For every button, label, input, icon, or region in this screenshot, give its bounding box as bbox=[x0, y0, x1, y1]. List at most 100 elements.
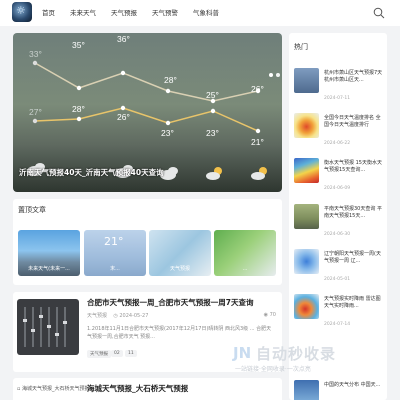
hero-caption[interactable]: 沂南天气预报40天_沂南天气预报40天查询 bbox=[19, 167, 164, 178]
low-point bbox=[120, 105, 126, 111]
sidebar-item[interactable]: 天气预报实时降雨 雷达图 天气实时降雨... 2024-07-14 bbox=[294, 294, 384, 334]
nav-item-warning[interactable]: 天气预警 bbox=[152, 0, 178, 26]
eye-icon: ◉ bbox=[263, 312, 269, 318]
high-point bbox=[32, 60, 38, 66]
sidebar-item-title[interactable]: 杭州市萧山区天气预报7天 杭州市萧山区天... bbox=[324, 70, 384, 84]
nav-item-home[interactable]: 首页 bbox=[42, 0, 55, 26]
article-thumb-alt[interactable]: ▫ 海城天气预报_大石桥天气预报 bbox=[17, 385, 90, 392]
featured-thumb[interactable]: 未来天气(未来一... bbox=[18, 230, 80, 276]
article-view-count: 70 bbox=[269, 312, 276, 318]
sidebar-thumb[interactable] bbox=[294, 204, 319, 229]
low-point bbox=[76, 116, 82, 122]
sidebar-item[interactable]: 衡水天气预报 15天衡水天气预报15天查询... 2024-06-09 bbox=[294, 158, 384, 198]
watermark-text: 自动秒收录 bbox=[256, 345, 337, 363]
sidebar-thumb[interactable] bbox=[294, 68, 319, 93]
sidebar-item-date: 2024-07-11 bbox=[324, 96, 351, 101]
nav-item-future-weather[interactable]: 未来天气 bbox=[70, 0, 96, 26]
article-title[interactable]: 合肥市天气预报一周_合肥市天气预报一周7天查询 bbox=[87, 297, 253, 308]
sidebar-thumb[interactable] bbox=[294, 113, 319, 138]
article-meta: 天气预报 ◷ 2024-05-27 bbox=[87, 312, 148, 319]
high-temp-label: 35° bbox=[72, 40, 85, 50]
high-temp-label: 36° bbox=[117, 34, 130, 44]
watermark: JN 自动秒收录 一站链接·全网收录·一次点亮 bbox=[233, 343, 383, 373]
featured-thumb-label: 未来天气(未来一... bbox=[28, 266, 70, 272]
nav-item-forecast[interactable]: 天气预报 bbox=[111, 0, 137, 26]
main-nav: 首页 未来天气 天气预报 天气预警 气象科普 bbox=[42, 0, 234, 26]
featured-thumb[interactable]: 21° 末... bbox=[84, 230, 146, 276]
low-temp-label: 23° bbox=[206, 128, 219, 138]
high-point bbox=[165, 88, 171, 94]
sidebar-item[interactable]: 杭州市萧山区天气预报7天 杭州市萧山区天... 2024-07-11 bbox=[294, 68, 384, 108]
nav-item-science[interactable]: 气象科普 bbox=[193, 0, 219, 26]
sidebar-item-title[interactable]: 全国今日天气温度排名 全国今日天气温度排行 bbox=[324, 115, 384, 129]
featured-thumb-label: 末... bbox=[110, 266, 120, 272]
site-logo[interactable]: ☼ bbox=[12, 2, 32, 22]
article-img-alt-text: 海城天气预报_大石桥天气预报 bbox=[21, 386, 90, 392]
high-temp-label: 26° bbox=[251, 84, 264, 94]
sidebar-thumb[interactable] bbox=[294, 249, 319, 274]
sidebar-thumb[interactable] bbox=[294, 158, 319, 183]
featured-thumb[interactable]: 天气预报 bbox=[149, 230, 211, 276]
article-card[interactable]: ▫ 海城天气预报_大石桥天气预报 海城天气预报_大石桥天气预报 bbox=[13, 378, 282, 400]
article-views: ◉ 70 bbox=[264, 312, 276, 318]
sidebar-item-date: 2024-06-30 bbox=[324, 232, 351, 237]
sidebar-item[interactable]: 辽宁朝阳天气预报一周(天气预报一周 辽... 2024-05-01 bbox=[294, 249, 384, 289]
sidebar-item-title[interactable]: 衡水天气预报 15天衡水天气预报15天查询... bbox=[324, 160, 384, 174]
site-header: ☼ 首页 未来天气 天气预报 天气预警 气象科普 bbox=[0, 0, 400, 26]
watermark-subtext: 一站链接·全网收录·一次点亮 bbox=[235, 366, 311, 373]
sidebar-title: 热门 bbox=[294, 43, 308, 51]
low-temp-label: 28° bbox=[72, 104, 85, 114]
sidebar-item-date: 2024-06-22 bbox=[324, 141, 351, 146]
low-point bbox=[210, 108, 216, 114]
slider-dot[interactable] bbox=[269, 73, 273, 77]
low-temp-label: 27° bbox=[29, 107, 42, 117]
sidebar-item[interactable]: 平南天气预报30天查询 平南天气预报15天... 2024-06-30 bbox=[294, 204, 384, 244]
low-temp-line bbox=[34, 107, 259, 132]
sidebar-item-date: 2024-05-01 bbox=[324, 277, 351, 282]
slider-dots bbox=[269, 73, 282, 77]
article-tag[interactable]: 02 bbox=[111, 350, 123, 357]
featured-thumb-label: ... bbox=[242, 266, 248, 272]
thumb-weather-graphic: 21° bbox=[104, 235, 124, 248]
sidebar-item-date: 2024-06-09 bbox=[324, 186, 351, 191]
article-tag[interactable]: 天气预报 bbox=[87, 350, 111, 358]
featured-thumb[interactable]: ... bbox=[214, 230, 276, 276]
high-temp-label: 28° bbox=[164, 75, 177, 85]
low-point bbox=[32, 118, 38, 124]
high-temp-label: 25° bbox=[206, 90, 219, 100]
sidebar-item-title[interactable]: 辽宁朝阳天气预报一周(天气预报一周 辽... bbox=[324, 251, 384, 265]
low-temp-label: 21° bbox=[251, 137, 264, 147]
article-category[interactable]: 天气预报 bbox=[87, 313, 107, 319]
low-temp-label: 23° bbox=[161, 128, 174, 138]
sidebar-item-title[interactable]: 平南天气预报30天查询 平南天气预报15天... bbox=[324, 206, 384, 220]
sidebar-item[interactable]: 中国的天气分布 中国天... bbox=[294, 380, 384, 400]
article-thumb[interactable] bbox=[17, 299, 79, 355]
sidebar-item-title[interactable]: 天气预报实时降雨 雷达图 天气实时降雨... bbox=[324, 296, 384, 310]
low-temp-label: 26° bbox=[117, 112, 130, 122]
high-point bbox=[120, 70, 126, 76]
high-temp-label: 33° bbox=[29, 49, 42, 59]
sidebar-item[interactable]: 全国今日天气温度排名 全国今日天气温度排行 2024-06-22 bbox=[294, 113, 384, 153]
article-tag[interactable]: 11 bbox=[125, 350, 137, 357]
sun-cloud-icon bbox=[206, 167, 222, 180]
featured-title: 置顶文章 bbox=[18, 206, 46, 214]
broken-image-icon: ▫ bbox=[17, 386, 21, 392]
sidebar-item-date: 2024-07-14 bbox=[324, 322, 351, 327]
low-point bbox=[165, 120, 171, 126]
high-temp-line bbox=[34, 62, 259, 102]
article-excerpt: 1.2018年11月1日合肥市天气预报(2017年12月17日)晴转阴 西北风3… bbox=[87, 326, 272, 340]
low-point bbox=[255, 128, 261, 134]
sidebar-item-title[interactable]: 中国的天气分布 中国天... bbox=[324, 382, 384, 389]
slider-dot[interactable] bbox=[276, 73, 280, 77]
article-title[interactable]: 海城天气预报_大石桥天气预报 bbox=[87, 383, 188, 394]
sun-cloud-icon bbox=[251, 167, 267, 180]
search-icon[interactable] bbox=[373, 7, 385, 19]
watermark-logo-icon: JN bbox=[233, 344, 252, 362]
sidebar-thumb[interactable] bbox=[294, 294, 319, 319]
sidebar-thumb[interactable] bbox=[294, 380, 319, 400]
logo-glyph: ☼ bbox=[16, 4, 26, 17]
clock-icon: ◷ bbox=[113, 313, 118, 319]
featured-thumb-label: 天气预报 bbox=[169, 266, 190, 272]
article-date: 2024-05-27 bbox=[119, 313, 149, 319]
high-point bbox=[76, 85, 82, 91]
